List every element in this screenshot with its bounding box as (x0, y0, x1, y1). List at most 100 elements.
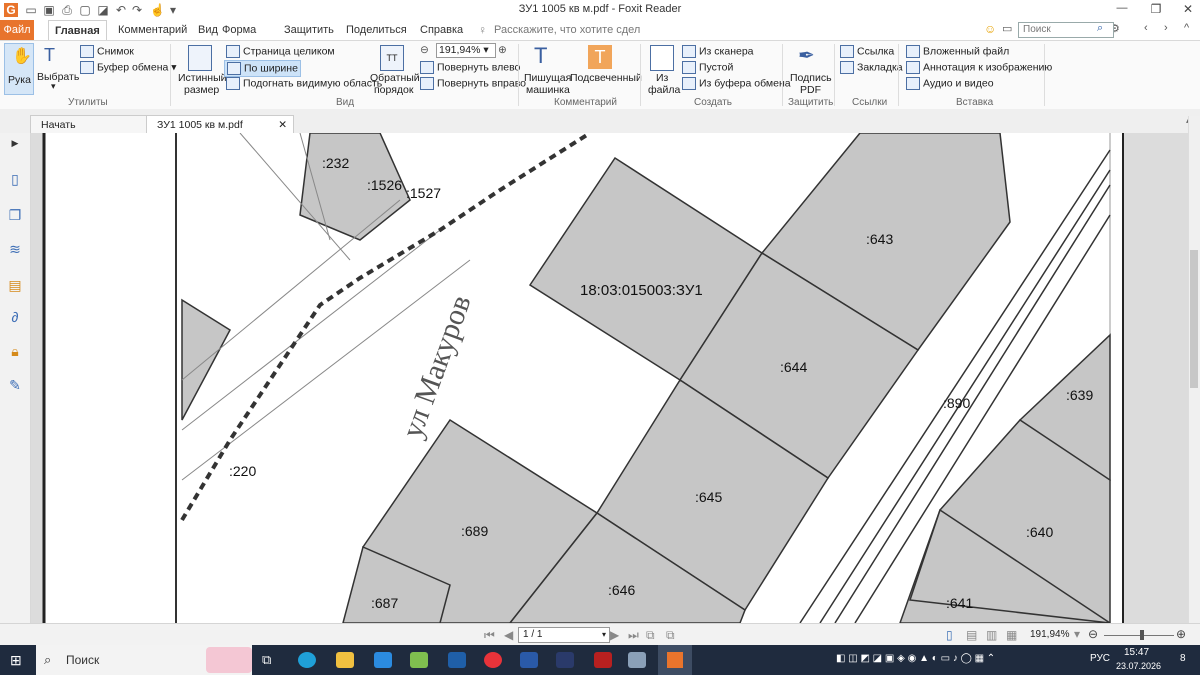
smiley-icon[interactable]: ☺ (984, 22, 996, 36)
notification-count[interactable]: 8 (1180, 653, 1186, 664)
window-minimize-button[interactable]: — (1112, 2, 1132, 14)
yandex-icon[interactable] (484, 652, 502, 668)
tab-comment[interactable]: Комментарий (112, 20, 193, 40)
copy-view-icon[interactable]: ⧉ (646, 628, 655, 643)
typewriter-button[interactable]: Пишущая (524, 72, 571, 84)
tab-home[interactable]: Главная (48, 20, 107, 41)
zoom-dropdown-icon[interactable]: ▾ (1074, 627, 1080, 641)
tab-protect[interactable]: Защитить (278, 20, 340, 40)
thumbnails-icon[interactable]: ❐ (7, 207, 23, 223)
last-page-icon[interactable]: ⏭ (628, 628, 639, 643)
highlight-button[interactable]: Подсвеченный (570, 72, 642, 84)
prev-arrow-icon[interactable]: ‹ (1144, 22, 1148, 34)
group-label-create: Создать (694, 97, 733, 108)
lightbulb-icon: ♀ (478, 23, 487, 37)
link-button[interactable]: Ссылка (840, 45, 894, 58)
windows-start-icon[interactable]: ⊞ (10, 652, 22, 669)
clock-date[interactable]: 23.07.2026 (1116, 661, 1161, 671)
fit-visible-button[interactable]: Подогнать видимую область (226, 77, 382, 90)
snapshot-button[interactable]: Снимок (80, 45, 134, 58)
prev-page-icon[interactable]: ◀ (504, 628, 513, 642)
tab-share[interactable]: Поделиться (340, 20, 413, 40)
comments-icon[interactable]: ▤ (7, 277, 23, 293)
single-page-icon[interactable]: ▯ (946, 628, 953, 642)
explorer-icon[interactable] (336, 652, 354, 668)
tab-file[interactable]: Файл (0, 20, 34, 40)
from-scanner-button[interactable]: Из сканера (682, 45, 754, 58)
foxit-taskbar-button[interactable] (658, 645, 692, 675)
actual-size-button[interactable]: Истинный (178, 72, 226, 84)
continuous-icon[interactable]: ▤ (966, 628, 977, 642)
fit-width-button[interactable]: По ширине (224, 60, 301, 77)
first-page-icon[interactable]: ⏮ (484, 628, 495, 643)
tab-form[interactable]: Форма (216, 20, 262, 40)
word-icon[interactable] (520, 652, 538, 668)
clipboard-button[interactable]: Буфер обмена ▾ (80, 61, 177, 74)
parcel-label: :232 (322, 155, 349, 171)
select-tool-button[interactable]: Выбрать (37, 71, 79, 83)
taskbar-search[interactable]: ⌕ Поиск (36, 645, 252, 675)
zoom-slider-thumb[interactable] (1140, 630, 1144, 640)
from-file-button[interactable]: Из (656, 72, 668, 84)
edge-icon[interactable] (298, 652, 316, 668)
zoom-in-icon[interactable]: ⊕ (1176, 627, 1186, 641)
zoom-out-icon[interactable]: ⊖ (420, 44, 429, 56)
image-icon (906, 61, 920, 74)
chat-icon[interactable]: ▭ (1002, 22, 1012, 35)
sign-pdf-button[interactable]: Подпись (790, 72, 832, 84)
fit-page-button[interactable]: Страница целиком (226, 45, 335, 58)
expand-panel-icon[interactable]: ▶ (7, 135, 23, 151)
blank-button[interactable]: Пустой (682, 61, 733, 74)
group-label-insert: Вставка (956, 97, 994, 108)
input-language[interactable]: РУС (1090, 653, 1110, 664)
facing-icon[interactable]: ▥ (986, 628, 997, 642)
image-annotation-button[interactable]: Аннотация к изображению (906, 61, 1052, 74)
collapse-ribbon-icon[interactable]: ^ (1184, 22, 1189, 34)
select-dropdown-icon[interactable]: ▾ (51, 81, 56, 92)
layers-icon[interactable]: ≋ (7, 241, 23, 257)
tab-document[interactable]: ЗУ1 1005 кв м.pdf ✕ (146, 115, 294, 134)
document-view[interactable]: ул Макуров :232 :1526 :1527 :643 18:03:0… (31, 133, 1188, 623)
next-arrow-icon[interactable]: › (1164, 22, 1168, 34)
reverse-order-button[interactable]: Обратный (370, 72, 420, 84)
tray-icons[interactable]: ◧ ◫ ◩ ◪ ▣ ◈ ◉ ▲ ◐ ▭ ♪ ◯ ▦ ⌃ (836, 653, 995, 664)
paste-view-icon[interactable]: ⧉ (666, 628, 675, 643)
attachments-icon[interactable]: ∂ (7, 309, 23, 325)
zoom-select[interactable]: 191,94% ▾ (436, 43, 496, 58)
app-icon[interactable] (448, 652, 466, 668)
next-page-icon[interactable]: ▶ (610, 628, 619, 642)
pages-icon[interactable]: ▯ (7, 171, 23, 187)
app-icon[interactable] (410, 652, 428, 668)
rotate-right-button[interactable]: Повернуть вправо (420, 77, 526, 90)
search-icon[interactable]: ⌕ (1097, 22, 1103, 35)
window-close-button[interactable]: ✕ (1178, 2, 1198, 16)
continuous-facing-icon[interactable]: ▦ (1006, 628, 1017, 642)
tab-start[interactable]: Начать (30, 115, 152, 134)
zoom-slider[interactable] (1104, 635, 1174, 636)
parcel-label: :687 (371, 595, 398, 611)
task-view-icon[interactable]: ⧉ (262, 652, 271, 668)
security-lock-icon[interactable]: 🔒︎ (7, 343, 23, 359)
ie-icon[interactable] (374, 652, 392, 668)
zoom-out-icon[interactable]: ⊖ (1088, 627, 1098, 641)
from-clipboard-button[interactable]: Из буфера обмена (682, 77, 791, 90)
zoom-in-icon[interactable]: ⊕ (498, 44, 507, 56)
app-icon[interactable] (594, 652, 612, 668)
from-file-label: файла (648, 84, 681, 96)
page-number-input[interactable]: 1 / 1 ▾ (518, 627, 610, 643)
app-icon[interactable] (628, 652, 646, 668)
left-sidebar: ▶ ▯ ❐ ≋ ▤ ∂ 🔒︎ ✎ (0, 133, 31, 623)
clock-time[interactable]: 15:47 (1124, 647, 1149, 658)
scrollbar-thumb[interactable] (1190, 250, 1198, 388)
attached-file-button[interactable]: Вложенный файл (906, 45, 1009, 58)
window-restore-button[interactable]: ❐ (1146, 2, 1166, 16)
close-tab-icon[interactable]: ✕ (278, 116, 287, 134)
tell-me-box[interactable]: Расскажите, что хотите сдел (494, 20, 640, 40)
audio-video-button[interactable]: Аудио и видео (906, 77, 994, 90)
rotate-left-button[interactable]: Повернуть влево (420, 61, 520, 74)
bookmark-button[interactable]: Закладка (840, 61, 903, 74)
app-icon[interactable] (556, 652, 574, 668)
signature-icon[interactable]: ✎ (7, 377, 23, 393)
tab-help[interactable]: Справка (414, 20, 469, 40)
hand-tool-button[interactable]: ✋ Рука (4, 43, 34, 95)
